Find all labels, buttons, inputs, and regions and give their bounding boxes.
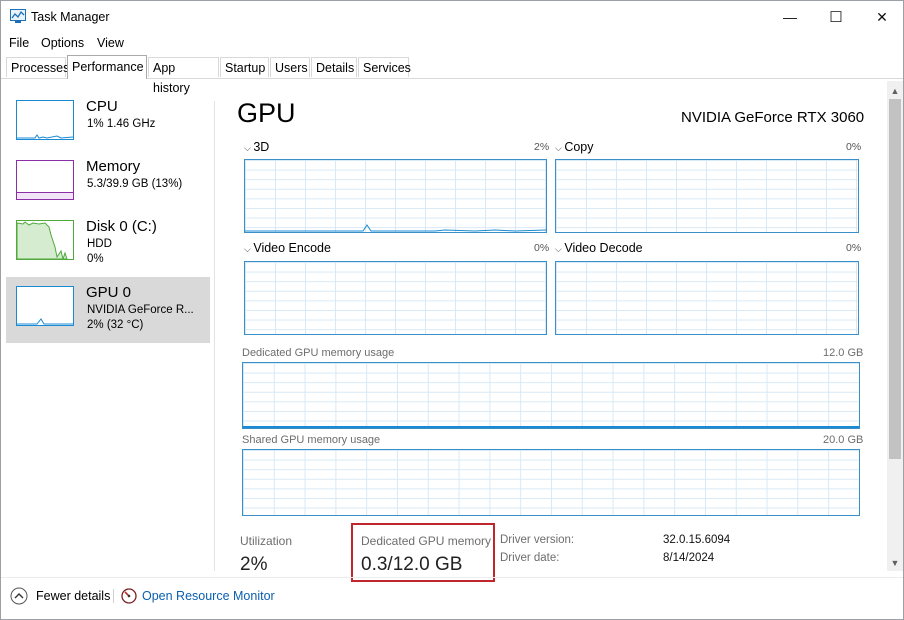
memory-thumbnail-fill: [17, 192, 73, 199]
tab-app-history[interactable]: App history: [148, 57, 219, 95]
memory-thumbnail-graph: [16, 160, 74, 200]
sidebar-divider: [214, 101, 215, 571]
tab-startup[interactable]: Startup: [220, 57, 269, 77]
sidebar-title-gpu: GPU 0: [86, 284, 132, 301]
maximize-icon: ☐: [829, 9, 843, 26]
engine-3d-percent: 2%: [534, 141, 550, 153]
tab-users[interactable]: Users: [270, 57, 310, 77]
fewer-details-label: Fewer details: [36, 589, 111, 603]
menu-file[interactable]: File: [9, 36, 29, 50]
chevron-up-circle-icon: [10, 587, 28, 605]
scroll-up-arrow-icon[interactable]: ▲: [887, 83, 903, 99]
dedicated-memory-usage-label: Dedicated GPU memory usage: [242, 347, 395, 359]
disk-thumbnail-area: [17, 221, 68, 259]
sidebar-title-memory: Memory: [86, 158, 141, 175]
tab-performance[interactable]: Performance: [67, 55, 147, 79]
sidebar-sub-gpu-usage: 2% (32 °C): [87, 319, 144, 331]
minimize-button[interactable]: —: [767, 1, 813, 33]
dedicated-memory-stat-value: 0.3/12.0 GB: [361, 554, 463, 575]
sidebar-sub-cpu: 1% 1.46 GHz: [87, 118, 156, 130]
engine-3d-graph-line: [245, 224, 546, 232]
sidebar-sub-disk-type: HDD: [87, 238, 112, 250]
gpu-model-name: NVIDIA GeForce RTX 3060: [681, 109, 865, 126]
dedicated-memory-max-label: 12.0 GB: [823, 347, 864, 359]
engine-decode-selector[interactable]: ⌵ Video Decode: [555, 241, 643, 255]
engine-3d-graph: [244, 159, 547, 233]
open-resource-monitor-label: Open Resource Monitor: [142, 589, 275, 603]
tab-details[interactable]: Details: [311, 57, 357, 77]
sidebar-sub-disk-usage: 0%: [87, 253, 104, 265]
close-button[interactable]: ✕: [859, 1, 903, 33]
shared-memory-graph: [242, 449, 860, 516]
minimize-icon: —: [783, 9, 797, 25]
sidebar-sub-gpu-model: NVIDIA GeForce R...: [87, 304, 194, 316]
engine-encode-graph: [244, 261, 547, 335]
engine-copy-percent: 0%: [846, 141, 862, 153]
task-manager-app-icon: [10, 9, 26, 23]
dedicated-memory-graph: [242, 362, 860, 429]
maximize-button[interactable]: ☐: [813, 1, 859, 33]
engine-encode-selector[interactable]: ⌵ Video Encode: [244, 241, 331, 255]
driver-version-label: Driver version:: [500, 534, 575, 546]
utilization-label: Utilization: [240, 534, 293, 548]
menu-view[interactable]: View: [97, 36, 124, 50]
engine-decode-label: Video Decode: [564, 241, 643, 255]
window-title: Task Manager: [31, 10, 110, 24]
engine-3d-label: 3D: [253, 140, 270, 154]
shared-memory-max-label: 20.0 GB: [823, 434, 864, 446]
driver-version-value: 32.0.15.6094: [663, 534, 731, 546]
page-title: GPU: [237, 98, 296, 128]
driver-date-value: 8/14/2024: [663, 552, 715, 564]
engine-encode-percent: 0%: [534, 242, 550, 254]
fewer-details-button[interactable]: Fewer details: [10, 586, 110, 606]
engine-decode-percent: 0%: [846, 242, 862, 254]
open-resource-monitor-link[interactable]: Open Resource Monitor: [121, 586, 275, 606]
tab-processes[interactable]: Processes: [6, 57, 69, 77]
gpu-thumbnail-line: [17, 318, 73, 325]
engine-copy-label: Copy: [564, 140, 594, 154]
menu-options[interactable]: Options: [41, 36, 84, 50]
cpu-thumbnail-line: [17, 134, 73, 139]
chevron-down-icon: ⌵: [244, 244, 254, 254]
chevron-down-icon: ⌵: [555, 143, 565, 153]
engine-3d-selector[interactable]: ⌵ 3D: [244, 140, 269, 154]
sidebar-sub-memory: 5.3/39.9 GB (13%): [87, 178, 183, 190]
close-icon: ✕: [876, 8, 888, 25]
tab-services[interactable]: Services: [358, 57, 411, 77]
sidebar-title-disk: Disk 0 (C:): [86, 218, 157, 235]
footer-divider: [113, 589, 114, 603]
gpu-thumbnail-graph: [16, 286, 74, 326]
utilization-value: 2%: [240, 554, 268, 575]
cpu-thumbnail-graph: [16, 100, 74, 140]
engine-copy-graph: [555, 159, 859, 233]
sidebar-title-cpu: CPU: [86, 98, 118, 115]
engine-encode-label: Video Encode: [253, 241, 331, 255]
disk-thumbnail-graph: [16, 220, 74, 260]
dedicated-memory-stat-label: Dedicated GPU memory: [361, 534, 492, 548]
engine-decode-graph: [555, 261, 859, 335]
scroll-down-arrow-icon[interactable]: ▼: [887, 555, 903, 571]
resource-monitor-icon: [121, 588, 137, 604]
chevron-down-icon: ⌵: [555, 244, 565, 254]
menu-bar: [1, 33, 903, 53]
driver-date-label: Driver date:: [500, 552, 560, 564]
task-manager-window: Task Manager — ☐ ✕ File Options View Pro…: [0, 0, 904, 620]
dedicated-memory-fill: [243, 426, 859, 428]
scrollbar-thumb[interactable]: [889, 99, 901, 459]
shared-memory-usage-label: Shared GPU memory usage: [242, 434, 381, 446]
chevron-down-icon: ⌵: [244, 143, 254, 153]
engine-copy-selector[interactable]: ⌵ Copy: [555, 140, 594, 154]
